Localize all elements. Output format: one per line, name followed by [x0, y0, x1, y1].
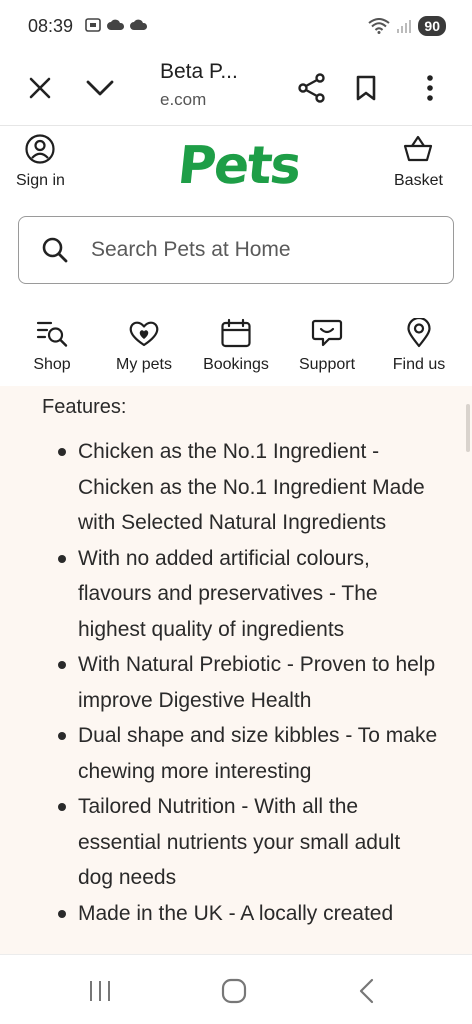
page-title: Beta P... — [160, 60, 238, 83]
status-time: 08:39 — [28, 16, 74, 36]
features-heading: Features: — [42, 396, 127, 418]
notification-icons — [84, 17, 148, 33]
features-list: Chicken as the No.1 Ingredient - Chicken… — [58, 434, 438, 932]
more-options-button[interactable] — [408, 66, 452, 110]
nav-label-my-pets: My pets — [115, 356, 172, 373]
location-pin-icon — [407, 318, 431, 348]
nav-item-bookings[interactable]: Bookings — [186, 318, 286, 374]
back-button[interactable] — [346, 975, 386, 1007]
status-bar: 08:39 90 — [0, 0, 472, 52]
feature-item: Dual shape and size kibbles - To make ch… — [58, 718, 438, 789]
feature-item: Tailored Nutrition - With all the essent… — [58, 789, 438, 896]
bookmark-button[interactable] — [344, 66, 388, 110]
share-icon — [298, 73, 325, 103]
share-button[interactable] — [290, 66, 334, 110]
back-chevron-icon — [359, 978, 374, 1004]
bookmark-icon — [356, 75, 376, 101]
signal-icon — [397, 20, 412, 33]
system-navigation-bar — [0, 954, 472, 1024]
site-header: Sign in Pets Basket — [0, 126, 472, 210]
minimize-button[interactable] — [78, 66, 122, 110]
shop-search-icon — [36, 321, 68, 347]
nav-item-support[interactable]: Support — [277, 318, 377, 374]
page-url[interactable]: e.com — [160, 90, 206, 110]
chevron-down-icon — [86, 80, 114, 96]
browser-toolbar: Beta P... e.com — [0, 52, 472, 126]
close-icon — [29, 77, 51, 99]
home-icon — [221, 978, 247, 1004]
screenshot-icon — [85, 18, 101, 32]
basket-label: Basket — [394, 172, 443, 189]
close-tab-button[interactable] — [18, 66, 62, 110]
search-input[interactable] — [91, 238, 421, 262]
basket-link[interactable]: Basket — [394, 134, 443, 190]
more-vert-icon — [427, 75, 433, 101]
product-description: Features: Chicken as the No.1 Ingredient… — [0, 386, 472, 954]
battery-indicator: 90 — [418, 16, 446, 36]
nav-item-find-us[interactable]: Find us — [369, 318, 469, 374]
pets-logo[interactable]: Pets — [175, 136, 302, 196]
feature-item: Chicken as the No.1 Ingredient - Chicken… — [58, 434, 438, 541]
user-icon — [25, 134, 56, 164]
recent-apps-button[interactable] — [80, 975, 120, 1007]
home-button[interactable] — [214, 975, 254, 1007]
feature-item: With Natural Prebiotic - Proven to help … — [58, 647, 438, 718]
nav-item-shop[interactable]: Shop — [2, 318, 102, 374]
chat-support-icon — [311, 319, 343, 347]
cloud-icon-2 — [130, 19, 148, 30]
nav-label-bookings: Bookings — [203, 356, 269, 373]
recent-apps-icon — [90, 981, 110, 1001]
nav-label-support: Support — [298, 356, 356, 373]
category-nav: Shop My pets Bookings Support Find us — [0, 314, 472, 386]
wifi-icon — [368, 18, 391, 34]
sign-in-label: Sign in — [16, 172, 65, 189]
search-icon — [42, 237, 68, 263]
scrollbar[interactable] — [466, 404, 470, 452]
nav-item-my-pets[interactable]: My pets — [94, 318, 194, 374]
calendar-icon — [221, 318, 251, 348]
system-icons: 90 — [368, 16, 446, 36]
nav-label-shop: Shop — [33, 356, 71, 373]
sign-in-link[interactable]: Sign in — [16, 134, 65, 190]
search-bar[interactable] — [18, 216, 454, 284]
basket-icon — [404, 135, 433, 162]
heart-paw-icon — [129, 321, 159, 347]
feature-item: With no added artificial colours, flavou… — [58, 541, 438, 648]
feature-item: Made in the UK - A locally created — [58, 896, 438, 932]
cloud-icon — [107, 19, 125, 30]
nav-label-find-us: Find us — [392, 356, 446, 373]
